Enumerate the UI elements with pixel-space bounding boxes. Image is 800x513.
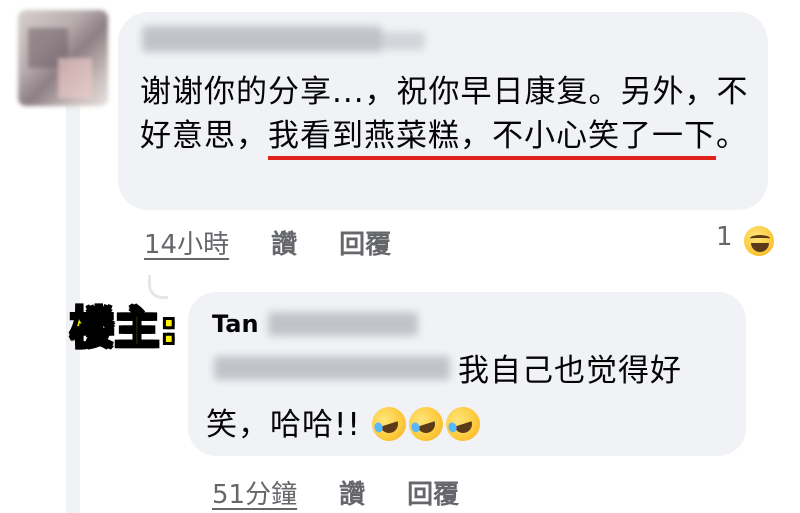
- rolling-laugh-emoji-icon: [441, 402, 485, 446]
- reply-text: 我自己也觉得好 笑，哈哈!!: [206, 344, 726, 452]
- reply-meta: 51分鐘 讚 回覆: [212, 474, 501, 511]
- comment-timestamp[interactable]: 14小時: [144, 224, 229, 261]
- commenter-avatar[interactable]: [18, 10, 108, 106]
- laugh-emoji-icon[interactable]: [742, 224, 776, 258]
- reply-timestamp[interactable]: 51分鐘: [212, 474, 297, 511]
- reply-author-visible: Tan: [212, 310, 259, 338]
- comment-text-highlight-b: 心笑了一下: [556, 118, 716, 154]
- comment-text-highlight-a: 我看到燕菜糕，不小: [268, 118, 556, 154]
- comment-like-button[interactable]: 讚: [271, 224, 297, 261]
- reply-text-line1: 我自己也觉得好: [458, 353, 682, 389]
- reply-author-name-blurred: [268, 312, 418, 336]
- reply-like-button[interactable]: 讚: [339, 474, 365, 511]
- rolling-laugh-emoji-icon: [404, 402, 448, 446]
- comment-text: 谢谢你的分享...，祝你早日康复。另外，不好意思，我看到燕菜糕，不小心笑了一下。: [140, 70, 750, 158]
- owner-label: 楼主:: [69, 302, 179, 355]
- reply-text-line2: 笑，哈哈!!: [206, 407, 361, 443]
- reaction-count[interactable]: 1: [716, 222, 733, 252]
- comment-reply-button[interactable]: 回覆: [339, 224, 391, 261]
- reply-author-name[interactable]: Tan: [212, 310, 259, 338]
- comment-meta: 14小時 讚 回覆: [144, 224, 433, 261]
- reply-reply-button[interactable]: 回覆: [407, 474, 459, 511]
- commenter-name-blurred[interactable]: [142, 26, 382, 52]
- rolling-laugh-emoji-icon: [367, 402, 411, 446]
- commenter-name-blurred-2: [380, 32, 425, 50]
- comment-text-end: 。: [716, 118, 748, 154]
